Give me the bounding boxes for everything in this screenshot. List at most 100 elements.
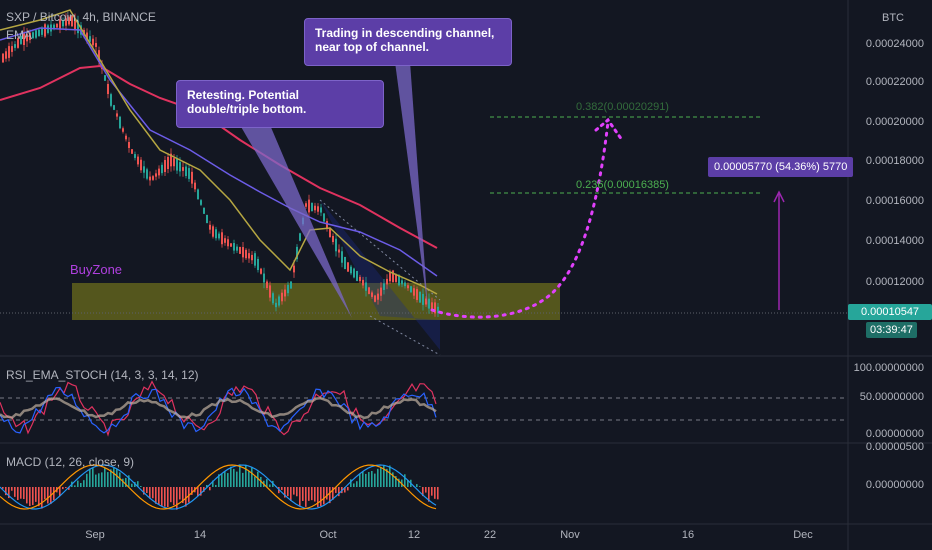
candle-body: [38, 29, 40, 36]
candle-body: [395, 274, 397, 282]
candle-body: [41, 28, 43, 35]
rsi-d-line: [0, 386, 437, 434]
macd-axis-label: 0.00000500: [865, 441, 924, 453]
candle-body: [95, 43, 97, 47]
candle-body: [14, 44, 16, 48]
candle-body: [92, 38, 94, 46]
candle-body: [245, 249, 247, 259]
candle-body: [428, 298, 430, 309]
rsi-title[interactable]: RSI_EMA_STOCH (14, 3, 3, 14, 12): [6, 368, 199, 382]
macd-bar: [65, 487, 67, 488]
macd-bar: [176, 487, 178, 510]
candle-body: [11, 46, 13, 52]
macd-bar: [380, 467, 382, 487]
callout-retesting[interactable]: Retesting. Potential double/triple botto…: [176, 80, 384, 128]
callout-descending-channel[interactable]: Trading in descending channel, near top …: [304, 18, 512, 66]
macd-bar: [101, 472, 103, 487]
macd-bar: [86, 473, 88, 487]
candle-body: [263, 273, 265, 283]
macd-bar: [347, 487, 349, 491]
candle-body: [221, 232, 223, 245]
macd-bar: [215, 484, 217, 487]
candle-body: [56, 23, 58, 28]
macd-bar: [92, 467, 94, 487]
rsi-axis-label: 50.00000000: [859, 391, 924, 403]
macd-bar: [26, 487, 28, 504]
macd-bar: [17, 487, 19, 500]
candle-body: [311, 202, 313, 212]
macd-bar: [161, 487, 163, 507]
candle-body: [161, 164, 163, 174]
macd-bar: [80, 482, 82, 487]
macd-bar: [35, 487, 37, 502]
candle-body: [413, 288, 415, 296]
candle-body: [167, 156, 169, 170]
candle-body: [215, 229, 217, 239]
candle-body: [431, 302, 433, 310]
price-chart[interactable]: [0, 0, 932, 550]
candle-body: [320, 207, 322, 213]
macd-bar: [158, 487, 160, 505]
candle-body: [32, 32, 34, 39]
candle-body: [224, 238, 226, 243]
macd-bar: [89, 468, 91, 487]
macd-bar: [311, 487, 313, 501]
candle-body: [287, 284, 289, 294]
candle-body: [134, 154, 136, 158]
candle-body: [317, 206, 319, 212]
macd-bar: [299, 487, 301, 507]
macd-bar: [14, 487, 16, 497]
macd-bar: [245, 464, 247, 487]
macd-bar: [146, 487, 148, 494]
candle-body: [353, 268, 355, 278]
time-label: Dec: [793, 529, 813, 541]
candle-body: [266, 281, 268, 289]
candle-body: [233, 243, 235, 251]
callout-right-pointer: [395, 62, 428, 310]
macd-bar: [20, 487, 22, 499]
indicator-label[interactable]: EMA: [6, 28, 32, 42]
macd-bar: [116, 469, 118, 487]
candle-body: [338, 249, 340, 253]
macd-bar: [404, 474, 406, 487]
macd-bar: [98, 473, 100, 487]
macd-bar: [47, 487, 49, 504]
price-label: 0.00016000: [865, 195, 924, 207]
candle-body: [239, 246, 241, 254]
time-label: 16: [681, 529, 695, 541]
candle-body: [200, 200, 202, 205]
macd-bar: [236, 471, 238, 487]
candle-body: [380, 287, 382, 296]
candle-body: [347, 262, 349, 272]
candle-body: [146, 169, 148, 179]
candle-body: [383, 283, 385, 290]
buyzone-rect: [72, 283, 560, 320]
macd-bar: [425, 487, 427, 493]
candle-body: [377, 293, 379, 300]
candle-body: [341, 251, 343, 263]
candle-body: [401, 280, 403, 285]
candle-body: [230, 243, 232, 247]
rsi-axis-label: 0.00000000: [865, 428, 924, 440]
macd-bar: [221, 473, 223, 487]
macd-histogram: [2, 464, 439, 510]
macd-bar: [269, 484, 271, 487]
macd-bar: [44, 487, 46, 500]
candle-body: [248, 253, 250, 259]
candle-body: [254, 253, 256, 266]
candle-body: [356, 270, 358, 282]
rsi-ema-line: [0, 396, 437, 420]
macd-bar: [74, 485, 76, 487]
candle-body: [137, 156, 139, 165]
macd-bar: [368, 472, 370, 487]
candle-body: [305, 203, 307, 207]
candle-body: [173, 158, 175, 167]
macd-bar: [113, 467, 115, 487]
candle-body: [335, 238, 337, 252]
candle-body: [323, 213, 325, 222]
candle-body: [374, 295, 376, 302]
macd-bar: [323, 487, 325, 505]
price-label: 0.00018000: [865, 155, 924, 167]
macd-title[interactable]: MACD (12, 26, close, 9): [6, 455, 134, 469]
macd-bar: [29, 487, 31, 506]
